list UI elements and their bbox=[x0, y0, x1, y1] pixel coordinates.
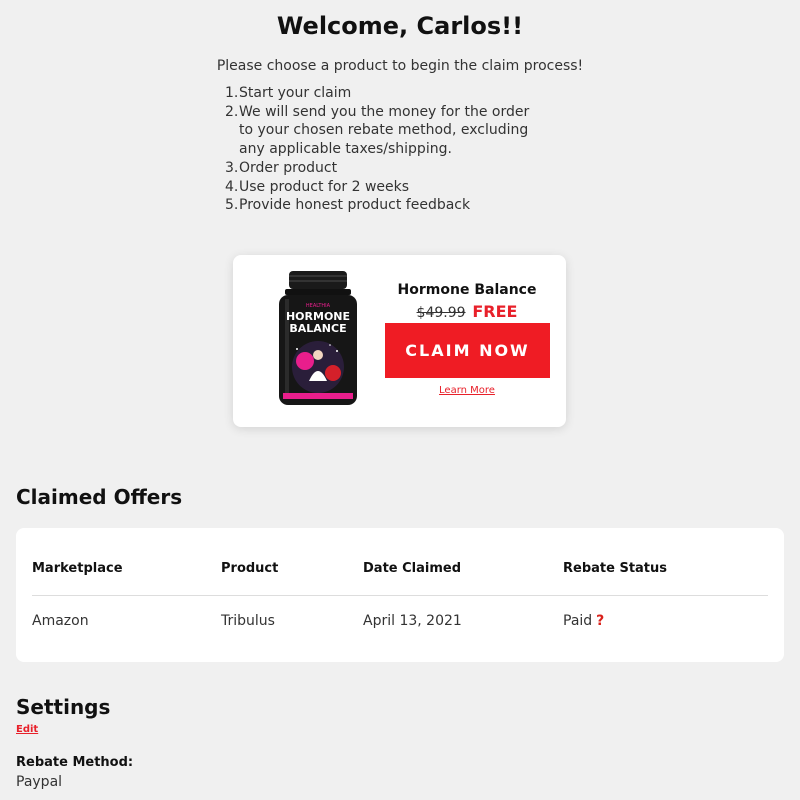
table-divider bbox=[32, 595, 768, 596]
bottle-brand: HEALTHIA bbox=[306, 303, 331, 309]
learn-more-link[interactable]: Learn More bbox=[385, 385, 549, 396]
product-bottle-image: HEALTHIA HORMONE BALANCE bbox=[279, 271, 357, 405]
settings-title: Settings bbox=[16, 695, 111, 719]
claim-steps-list: 1. Start your claim 2. We will send you th… bbox=[225, 84, 560, 215]
current-price: FREE bbox=[472, 302, 518, 321]
column-header-marketplace: Marketplace bbox=[32, 561, 123, 576]
claimed-offers-title: Claimed Offers bbox=[16, 485, 183, 509]
list-item: 3. Order product bbox=[225, 159, 338, 176]
rebate-method-value: Paypal bbox=[16, 774, 63, 790]
list-item: 1. Start your claim bbox=[225, 85, 352, 101]
product-card: HEALTHIA HORMONE BALANCE Hormone Balance… bbox=[233, 255, 566, 427]
claim-now-button[interactable]: CLAIM NOW bbox=[385, 323, 550, 378]
column-header-rebate-status: Rebate Status bbox=[563, 561, 668, 576]
price-row: $49.99 FREE bbox=[385, 302, 549, 321]
edit-settings-link[interactable]: Edit bbox=[16, 724, 38, 735]
cell-rebate-status: Paid? bbox=[563, 613, 604, 629]
cell-date-claimed: April 13, 2021 bbox=[363, 613, 462, 629]
cell-product: Tribulus bbox=[221, 613, 275, 629]
list-item: 2. We will send you the money for the ord… bbox=[225, 103, 530, 158]
column-header-product: Product bbox=[221, 561, 279, 576]
rebate-method-label: Rebate Method: bbox=[16, 755, 134, 770]
rebate-status-text: Paid bbox=[563, 613, 593, 629]
cell-marketplace: Amazon bbox=[32, 613, 89, 629]
original-price: $49.99 bbox=[416, 305, 466, 321]
list-item: 4. Use product for 2 weeks bbox=[225, 178, 410, 195]
product-name: Hormone Balance bbox=[397, 282, 537, 298]
question-mark-icon[interactable]: ? bbox=[596, 613, 604, 629]
column-header-date-claimed: Date Claimed bbox=[363, 561, 462, 576]
intro-text: Please choose a product to begin the cla… bbox=[216, 58, 584, 74]
welcome-heading: Welcome, Carlos!! bbox=[276, 12, 524, 40]
bottle-label-line2: BALANCE bbox=[289, 322, 346, 335]
list-item: 5. Provide honest product feedback bbox=[225, 197, 471, 214]
claimed-offers-table: Marketplace Product Date Claimed Rebate … bbox=[16, 528, 784, 662]
